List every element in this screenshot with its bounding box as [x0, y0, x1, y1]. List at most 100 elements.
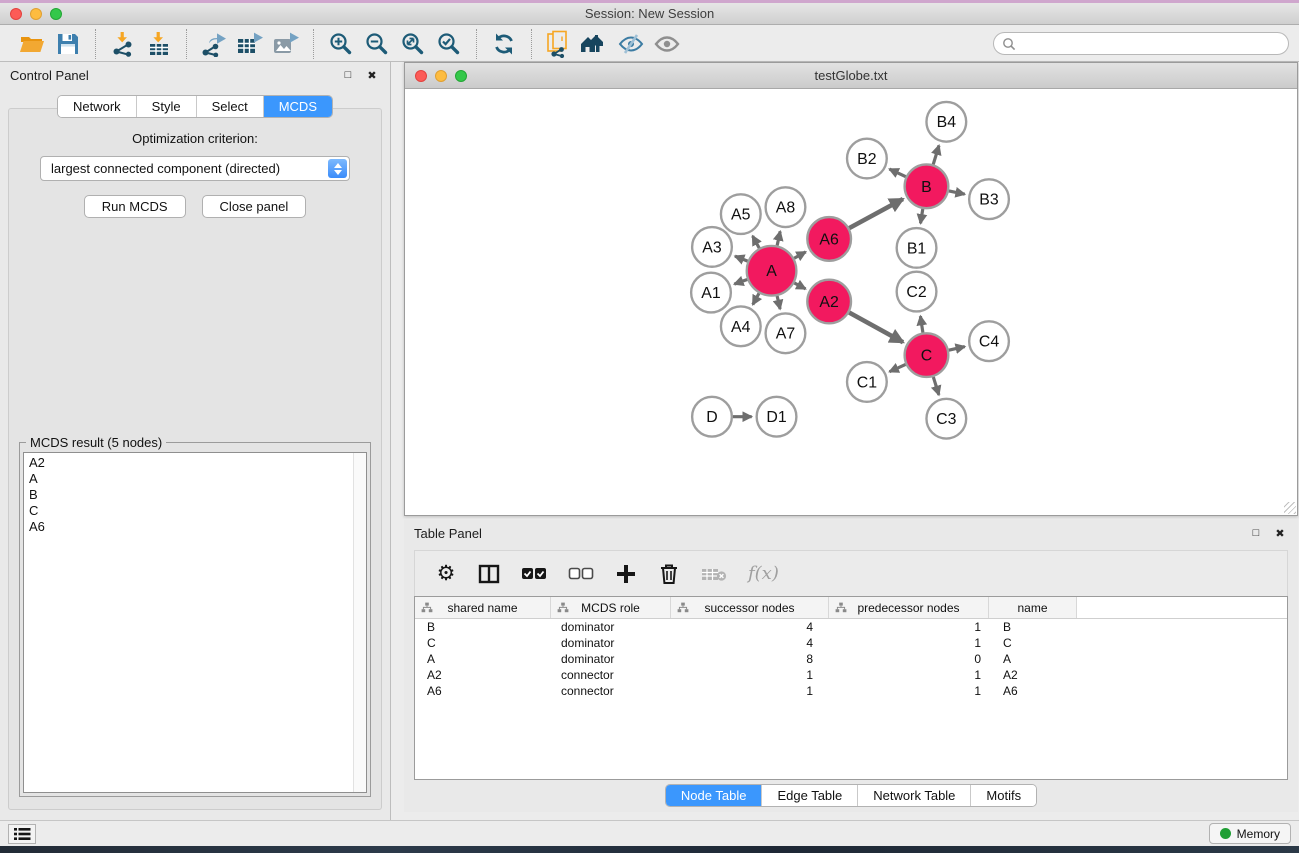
node-B2[interactable]: B2: [847, 139, 887, 179]
table-cell[interactable]: B: [989, 620, 1077, 634]
table-cell[interactable]: 8: [671, 652, 829, 666]
column-header-successor-nodes[interactable]: successor nodes: [671, 597, 829, 618]
tab-network-table[interactable]: Network Table: [857, 785, 970, 806]
edge-A-A2[interactable]: [794, 283, 805, 289]
edge-B-B1[interactable]: [921, 209, 923, 223]
edge-B-B2[interactable]: [889, 169, 905, 177]
deselect-all-icon[interactable]: [568, 562, 594, 586]
column-header-mcds-role[interactable]: MCDS role: [551, 597, 671, 618]
result-list-item[interactable]: B: [29, 487, 361, 503]
node-D1[interactable]: D1: [757, 397, 797, 437]
edge-C-C3[interactable]: [933, 377, 939, 395]
node-D[interactable]: D: [692, 397, 732, 437]
table-row[interactable]: Cdominator41C: [415, 635, 1287, 651]
node-A4[interactable]: A4: [721, 306, 761, 346]
settings-gear-icon[interactable]: ⚙: [435, 562, 457, 586]
tab-node-table[interactable]: Node Table: [666, 785, 762, 806]
delete-column-icon[interactable]: [658, 562, 680, 586]
close-panel-icon[interactable]: ✖: [364, 69, 380, 82]
network-close-button[interactable]: [415, 70, 427, 82]
result-list-item[interactable]: A6: [29, 519, 361, 535]
criterion-select[interactable]: largest connected component (directed): [40, 156, 350, 181]
table-cell[interactable]: 0: [829, 652, 989, 666]
node-C4[interactable]: C4: [969, 321, 1009, 361]
zoom-fit-icon[interactable]: [395, 29, 431, 59]
tab-edge-table[interactable]: Edge Table: [761, 785, 857, 806]
table-cell[interactable]: A2: [989, 668, 1077, 682]
clone-network-icon[interactable]: [541, 29, 577, 59]
table-cell[interactable]: 4: [671, 636, 829, 650]
houses-icon[interactable]: [577, 29, 613, 59]
table-cell[interactable]: C: [415, 636, 551, 650]
edge-A-A7[interactable]: [777, 296, 780, 309]
edge-C-C2[interactable]: [920, 316, 922, 332]
result-list-item[interactable]: C: [29, 503, 361, 519]
add-column-icon[interactable]: [615, 562, 637, 586]
open-folder-icon[interactable]: [14, 29, 50, 59]
table-cell[interactable]: C: [989, 636, 1077, 650]
table-row[interactable]: A6connector11A6: [415, 683, 1287, 699]
network-zoom-button[interactable]: [455, 70, 467, 82]
table-cell[interactable]: B: [415, 620, 551, 634]
network-canvas[interactable]: B4B2BB3A8A5A6A3B1AA1C2A2A4A7C4CC1C3DD1: [406, 90, 1296, 514]
table-cell[interactable]: 1: [829, 668, 989, 682]
import-table-icon[interactable]: [141, 29, 177, 59]
column-header-shared-name[interactable]: shared name: [415, 597, 551, 618]
memory-button[interactable]: Memory: [1209, 823, 1291, 844]
table-cell[interactable]: 1: [829, 636, 989, 650]
save-icon[interactable]: [50, 29, 86, 59]
table-row[interactable]: A2connector11A2: [415, 667, 1287, 683]
close-table-panel-icon[interactable]: ✖: [1272, 527, 1288, 540]
node-B3[interactable]: B3: [969, 179, 1009, 219]
task-history-button[interactable]: [8, 824, 36, 844]
node-A1[interactable]: A1: [691, 273, 731, 313]
edge-A-A8[interactable]: [777, 231, 780, 245]
edge-A-A3[interactable]: [735, 256, 748, 261]
node-B1[interactable]: B1: [897, 228, 937, 268]
node-C1[interactable]: C1: [847, 362, 887, 402]
table-cell[interactable]: A: [989, 652, 1077, 666]
refresh-icon[interactable]: [486, 29, 522, 59]
zoom-selected-icon[interactable]: [431, 29, 467, 59]
table-cell[interactable]: dominator: [551, 636, 671, 650]
node-A2[interactable]: A2: [807, 280, 851, 324]
node-A6[interactable]: A6: [807, 217, 851, 261]
float-table-panel-icon[interactable]: □: [1248, 527, 1264, 539]
table-cell[interactable]: 1: [829, 684, 989, 698]
eye-icon[interactable]: [649, 29, 685, 59]
edge-A2-C[interactable]: [849, 313, 903, 343]
column-header-predecessor-nodes[interactable]: predecessor nodes: [829, 597, 989, 618]
edge-B-B4[interactable]: [933, 146, 939, 165]
result-list-scrollbar[interactable]: [353, 453, 366, 792]
eye-slash-icon[interactable]: [613, 29, 649, 59]
node-B4[interactable]: B4: [926, 102, 966, 142]
table-cell[interactable]: A: [415, 652, 551, 666]
table-cell[interactable]: dominator: [551, 620, 671, 634]
node-A8[interactable]: A8: [766, 187, 806, 227]
tab-mcds[interactable]: MCDS: [263, 96, 332, 117]
tab-network[interactable]: Network: [58, 96, 136, 117]
node-A3[interactable]: A3: [692, 227, 732, 267]
edge-A-A1[interactable]: [734, 279, 747, 284]
import-network-icon[interactable]: [105, 29, 141, 59]
edge-B-B3[interactable]: [949, 191, 965, 194]
tab-select[interactable]: Select: [196, 96, 263, 117]
table-cell[interactable]: 1: [829, 620, 989, 634]
export-network-icon[interactable]: [196, 29, 232, 59]
table-cell[interactable]: connector: [551, 668, 671, 682]
node-A[interactable]: A: [747, 246, 797, 296]
tab-style[interactable]: Style: [136, 96, 196, 117]
node-C3[interactable]: C3: [926, 399, 966, 439]
edge-A-A6[interactable]: [794, 252, 806, 258]
edge-C-C1[interactable]: [890, 364, 906, 371]
table-row[interactable]: Adominator80A: [415, 651, 1287, 667]
result-list-item[interactable]: A2: [29, 455, 361, 471]
tab-motifs[interactable]: Motifs: [970, 785, 1036, 806]
node-C2[interactable]: C2: [897, 272, 937, 312]
edge-A-A4[interactable]: [753, 293, 759, 304]
result-list-item[interactable]: A: [29, 471, 361, 487]
edge-A-A5[interactable]: [753, 236, 760, 248]
export-table-icon[interactable]: [232, 29, 268, 59]
network-minimize-button[interactable]: [435, 70, 447, 82]
column-visibility-icon[interactable]: [478, 562, 500, 586]
